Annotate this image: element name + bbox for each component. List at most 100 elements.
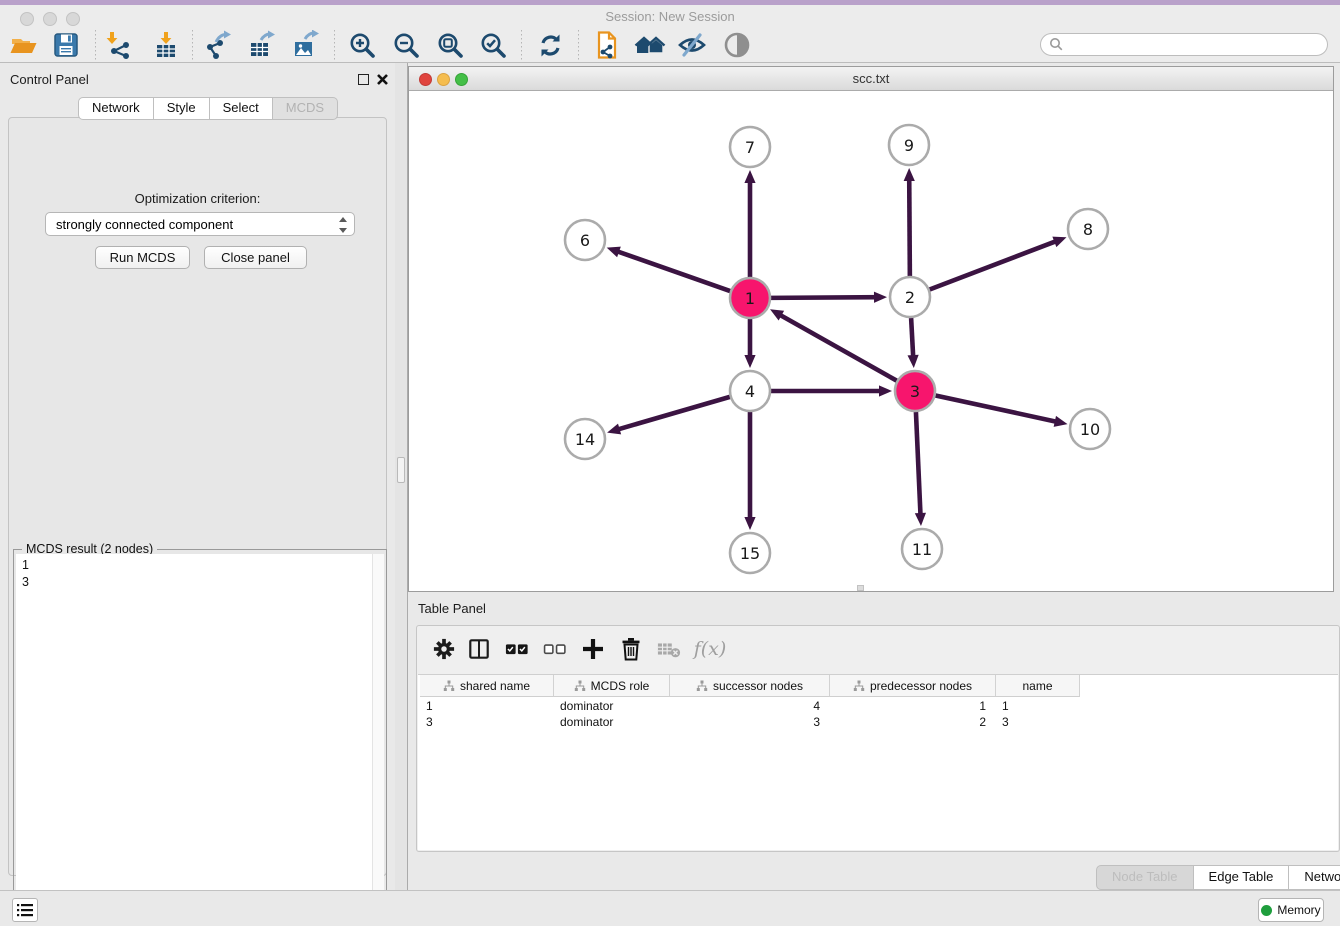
graph-edge-4-14[interactable] (607, 397, 730, 434)
open-session-button[interactable] (7, 29, 41, 61)
tab-network[interactable]: Network (78, 97, 154, 120)
table-cell[interactable]: 3 (670, 714, 830, 730)
graph-edge-1-4[interactable] (744, 319, 755, 368)
search-input[interactable] (1069, 38, 1327, 52)
tab-node-table[interactable]: Node Table (1096, 865, 1194, 890)
table-cell[interactable]: 2 (830, 714, 996, 730)
network-canvas[interactable]: 1 2 3 4 6 7 8 9 10 11 14 15 (409, 91, 1333, 591)
graph-edge-1-6[interactable] (607, 247, 730, 291)
hide-graphics-details-button[interactable] (675, 29, 709, 61)
graph-edge-4-15[interactable] (744, 412, 755, 530)
tab-select[interactable]: Select (210, 97, 273, 120)
tab-style[interactable]: Style (154, 97, 210, 120)
table-cell[interactable]: 1 (830, 698, 996, 714)
window-zoom-button[interactable] (66, 12, 80, 26)
network-file-snapshot-button[interactable] (589, 29, 623, 61)
network-minimize-icon[interactable] (437, 73, 450, 86)
table-cell[interactable]: dominator (554, 714, 670, 730)
network-close-icon[interactable] (419, 73, 432, 86)
network-resize-grip[interactable] (857, 585, 864, 591)
tab-edge-table[interactable]: Edge Table (1194, 865, 1290, 890)
graph-node-15[interactable]: 15 (730, 533, 770, 573)
graph-node-3[interactable]: 3 (895, 371, 935, 411)
tab-network-table[interactable]: Network Table (1289, 865, 1340, 890)
column-header-mcds-role[interactable]: MCDS role (554, 675, 670, 697)
mcds-result-textarea[interactable]: 13 (16, 554, 384, 923)
table-cell[interactable]: 1 (996, 698, 1080, 714)
window-minimize-button[interactable] (43, 12, 57, 26)
column-header-predecessor-nodes[interactable]: predecessor nodes (830, 675, 996, 697)
graph-node-10[interactable]: 10 (1070, 409, 1110, 449)
graph-node-11[interactable]: 11 (902, 529, 942, 569)
graph-node-4[interactable]: 4 (730, 371, 770, 411)
table-cell[interactable]: 4 (670, 698, 830, 714)
column-header-successor-nodes[interactable]: successor nodes (670, 675, 830, 697)
divider-handle[interactable] (397, 457, 405, 483)
export-table-button[interactable] (245, 29, 279, 61)
table-cell[interactable]: 1 (420, 698, 554, 714)
panel-divider[interactable] (395, 63, 408, 890)
result-scrollbar[interactable] (372, 554, 384, 923)
delete-table-button[interactable] (654, 634, 684, 664)
select-all-button[interactable] (502, 634, 532, 664)
graph-node-7[interactable]: 7 (730, 127, 770, 167)
show-graphics-details-button[interactable] (720, 29, 754, 61)
memory-button[interactable]: Memory (1258, 898, 1324, 922)
function-builder-button[interactable]: f(x) (689, 634, 731, 664)
table-cell[interactable]: 3 (996, 714, 1080, 730)
close-panel-button[interactable]: Close panel (204, 246, 307, 269)
criterion-dropdown[interactable]: strongly connected component (45, 212, 355, 236)
graph-edge-2-3[interactable] (907, 318, 918, 368)
tab-mcds[interactable]: MCDS (273, 97, 338, 120)
table-row[interactable]: 3dominator323 (420, 714, 1080, 730)
graph-node-6[interactable]: 6 (565, 220, 605, 260)
window-close-button[interactable] (20, 12, 34, 26)
table-row[interactable]: 1dominator411 (420, 698, 1080, 714)
graph-edge-3-11[interactable] (915, 412, 926, 526)
delete-row-button[interactable] (616, 634, 646, 664)
add-row-button[interactable] (578, 634, 608, 664)
graph-node-2[interactable]: 2 (890, 277, 930, 317)
table-options-button[interactable] (429, 634, 459, 664)
table-cell[interactable]: dominator (554, 698, 670, 714)
export-image-button[interactable] (289, 29, 323, 61)
control-panel-float-icon[interactable] (358, 74, 369, 85)
network-window-titlebar[interactable]: scc.txt (409, 67, 1333, 91)
control-panel-tabbar: NetworkStyleSelectMCDS (78, 97, 338, 120)
network-view-window: scc.txt 1 2 3 4 6 7 8 9 10 11 14 15 (408, 66, 1334, 592)
import-network-button[interactable] (102, 29, 136, 61)
show-columns-button[interactable] (464, 634, 494, 664)
network-maximize-icon[interactable] (455, 73, 468, 86)
graph-edge-2-8[interactable] (930, 237, 1067, 290)
task-history-button[interactable] (12, 898, 38, 922)
graph-node-9[interactable]: 9 (889, 125, 929, 165)
graph-node-8[interactable]: 8 (1068, 209, 1108, 249)
column-header-label: name (1022, 679, 1052, 693)
graph-edge-1-7[interactable] (744, 170, 755, 277)
search-box[interactable] (1040, 33, 1328, 56)
graph-node-14[interactable]: 14 (565, 419, 605, 459)
deselect-all-button[interactable] (540, 634, 570, 664)
zoom-in-button[interactable] (345, 29, 379, 61)
export-network-button[interactable] (202, 29, 236, 61)
graph-edge-1-2[interactable] (771, 292, 887, 303)
table-cell[interactable]: 3 (420, 714, 554, 730)
run-mcds-button[interactable]: Run MCDS (95, 246, 190, 269)
column-header-name[interactable]: name (996, 675, 1080, 697)
zoom-out-button[interactable] (389, 29, 423, 61)
graph-edge-2-9[interactable] (904, 168, 915, 276)
graph-edge-4-3[interactable] (771, 385, 892, 396)
graph-node-1[interactable]: 1 (730, 278, 770, 318)
save-session-button[interactable] (49, 29, 83, 61)
table-header-row: shared nameMCDS rolesuccessor nodesprede… (420, 675, 1080, 697)
control-panel-close-icon[interactable] (376, 73, 389, 86)
import-table-button[interactable] (149, 29, 183, 61)
open-folder-icon (9, 30, 39, 60)
zoom-fit-button[interactable] (433, 29, 467, 61)
graph-edge-3-10[interactable] (936, 395, 1068, 426)
graph-edge-3-1[interactable] (770, 309, 897, 380)
zoom-selected-button[interactable] (476, 29, 510, 61)
column-header-shared-name[interactable]: shared name (420, 675, 554, 697)
home-button[interactable] (633, 29, 667, 61)
refresh-view-button[interactable] (533, 29, 567, 61)
